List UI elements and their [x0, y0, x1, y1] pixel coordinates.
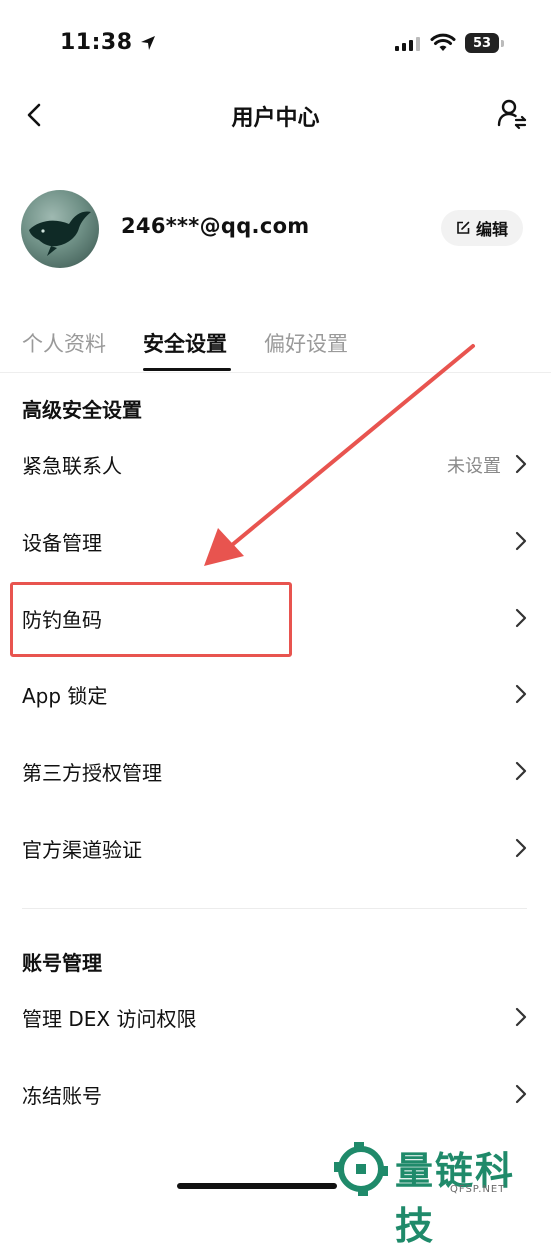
- location-arrow-icon: [140, 35, 155, 50]
- watermark: 量链科技 QFSP.NET: [330, 1138, 551, 1248]
- row-label: 第三方授权管理: [22, 761, 162, 785]
- edit-label: 编辑: [475, 220, 508, 239]
- nav-bar: 用户中心: [0, 90, 551, 140]
- section-title-account: 账号管理: [22, 951, 102, 975]
- tab-profile[interactable]: 个人资料: [22, 328, 106, 358]
- account-email: 246***@qq.com: [121, 214, 310, 238]
- chevron-right-icon: [515, 838, 527, 858]
- switch-account-icon[interactable]: [494, 96, 530, 132]
- row-label: 冻结账号: [22, 1084, 102, 1108]
- chevron-right-icon: [515, 761, 527, 781]
- profile-header: 246***@qq.com 编辑: [0, 180, 551, 280]
- chevron-right-icon: [515, 1084, 527, 1104]
- whale-avatar-icon: [29, 211, 91, 256]
- settings-tabs: 个人资料 安全设置 偏好设置: [0, 320, 551, 373]
- row-anti-phishing-code[interactable]: 防钓鱼码: [0, 580, 551, 656]
- row-third-party-authorization[interactable]: 第三方授权管理: [0, 733, 551, 809]
- chevron-right-icon: [515, 1007, 527, 1027]
- active-tab-indicator: [143, 368, 231, 371]
- chevron-right-icon: [515, 454, 527, 474]
- row-official-channel-verification[interactable]: 官方渠道验证: [0, 810, 551, 886]
- watermark-text: 量链科技: [395, 1149, 516, 1248]
- row-label: 紧急联系人: [22, 454, 122, 478]
- edit-profile-button[interactable]: 编辑: [441, 210, 523, 246]
- avatar[interactable]: [21, 190, 99, 268]
- battery-icon: 53: [465, 33, 504, 53]
- chevron-right-icon: [515, 608, 527, 628]
- row-label: 官方渠道验证: [22, 838, 142, 862]
- status-time: 11:38: [60, 30, 157, 55]
- time-text: 11:38: [60, 30, 133, 55]
- row-app-lock[interactable]: App 锁定: [0, 656, 551, 732]
- home-indicator[interactable]: [177, 1183, 337, 1189]
- section-divider: [22, 908, 527, 909]
- wifi-icon: [430, 33, 456, 51]
- watermark-subtext: QFSP.NET: [450, 1184, 506, 1195]
- cellular-signal-icon: [395, 37, 420, 51]
- row-label: 设备管理: [22, 531, 102, 555]
- row-emergency-contact[interactable]: 紧急联系人 未设置: [0, 426, 551, 502]
- chevron-right-icon: [515, 684, 527, 704]
- status-bar: 11:38 53: [0, 0, 551, 90]
- row-label: App 锁定: [22, 684, 108, 708]
- row-freeze-account[interactable]: 冻结账号: [0, 1056, 551, 1132]
- tab-preferences[interactable]: 偏好设置: [264, 328, 348, 358]
- tab-security[interactable]: 安全设置: [143, 328, 227, 358]
- row-label: 防钓鱼码: [22, 608, 102, 632]
- row-label: 管理 DEX 访问权限: [22, 1007, 197, 1031]
- page-title: 用户中心: [231, 106, 320, 131]
- row-status-value: 未设置: [447, 456, 501, 477]
- section-title-security: 高级安全设置: [22, 398, 142, 422]
- row-device-management[interactable]: 设备管理: [0, 503, 551, 579]
- edit-icon: [457, 221, 470, 234]
- battery-level: 53: [472, 35, 492, 51]
- row-dex-access[interactable]: 管理 DEX 访问权限: [0, 979, 551, 1055]
- chevron-right-icon: [515, 531, 527, 551]
- watermark-logo-icon: [334, 1142, 388, 1196]
